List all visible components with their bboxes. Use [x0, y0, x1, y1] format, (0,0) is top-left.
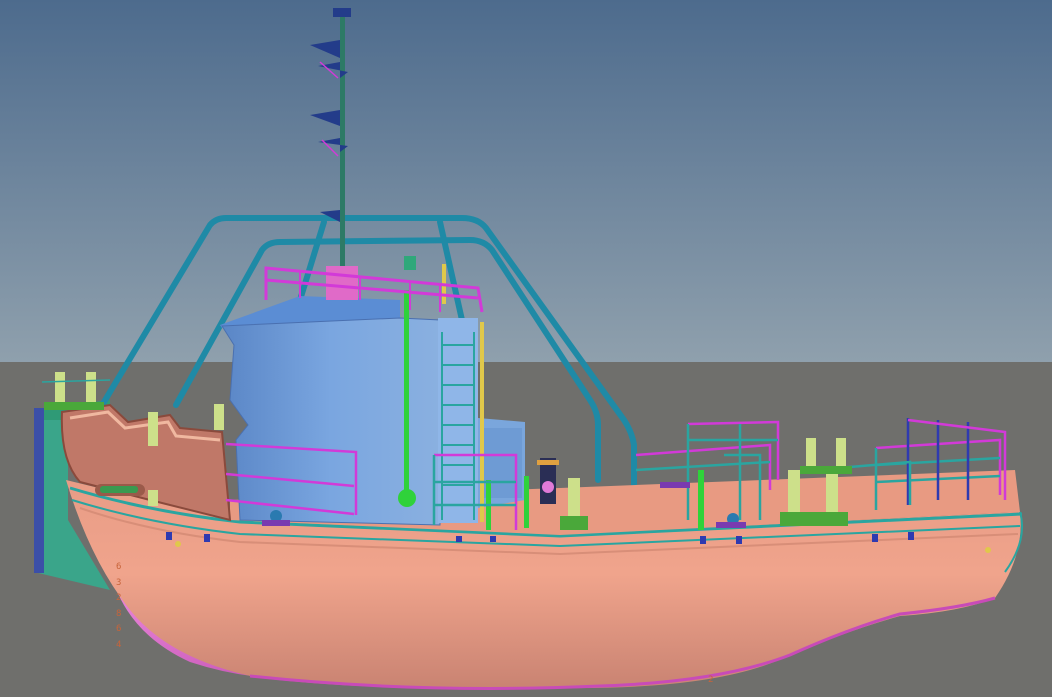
draft-mark: 2: [116, 593, 122, 603]
draft-mark: 3: [116, 577, 122, 588]
draft-mark: 6: [116, 562, 122, 572]
3d-viewport[interactable]: 6 3 2 8 6 4 2: [0, 0, 1052, 697]
draft-marks-left: 6 3 2 8 6 4: [116, 560, 136, 653]
ship-model-scene[interactable]: [0, 0, 1052, 697]
draft-mark-stern: 2: [708, 675, 714, 685]
draft-mark: 6: [116, 624, 122, 634]
draft-mark: 4: [116, 639, 122, 650]
draft-mark: 8: [116, 608, 122, 619]
